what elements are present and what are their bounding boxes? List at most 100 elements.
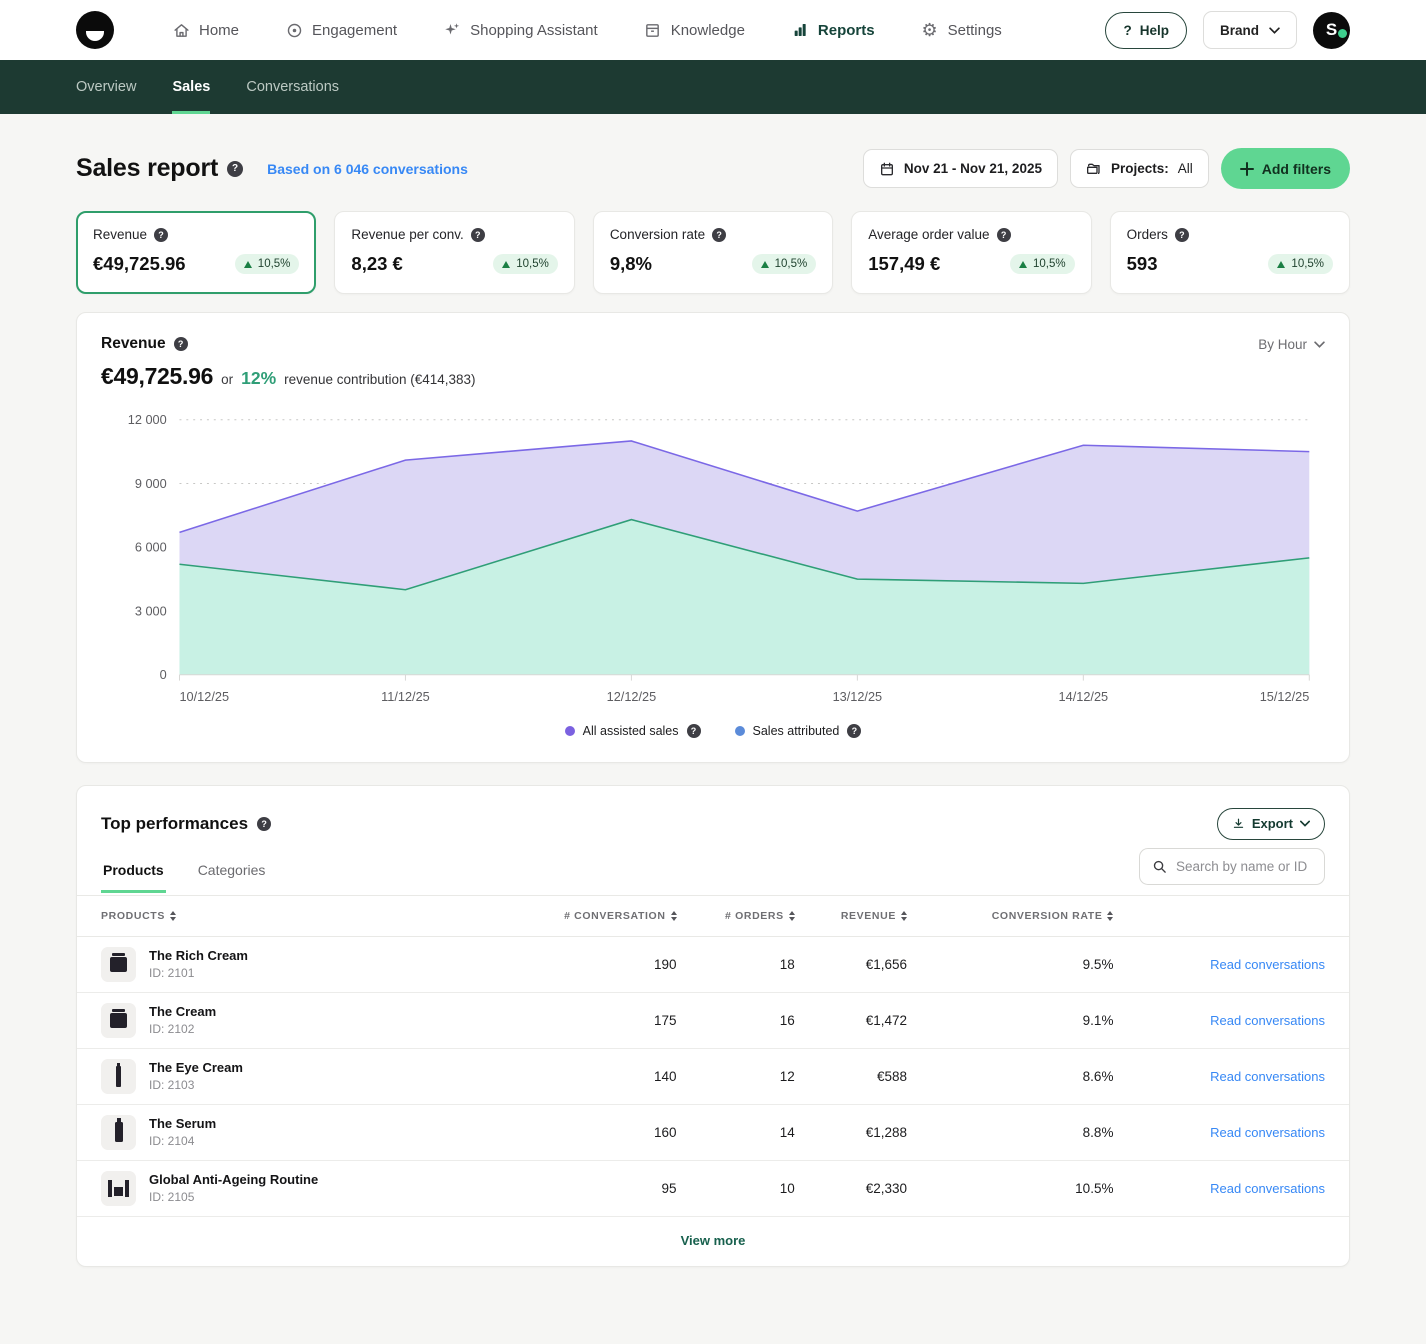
nav-item-engagement[interactable]: Engagement xyxy=(285,21,397,39)
nav-label: Reports xyxy=(818,22,875,39)
cell-conversations: 190 xyxy=(486,936,677,992)
cell-conversion-rate: 8.6% xyxy=(907,1048,1113,1104)
projects-filter[interactable]: Projects: All xyxy=(1070,149,1209,188)
tab-overview[interactable]: Overview xyxy=(76,60,136,114)
legend-dot xyxy=(735,726,745,736)
kpi-card-conversion-rate[interactable]: Conversion rate ? 9,8% 10,5% xyxy=(593,211,833,294)
read-conversations-link[interactable]: Read conversations xyxy=(1210,957,1325,972)
read-conversations-link[interactable]: Read conversations xyxy=(1210,1181,1325,1196)
product-thumbnail-bottle xyxy=(101,1115,136,1150)
svg-text:12/12/25: 12/12/25 xyxy=(607,689,657,704)
folder-icon xyxy=(1086,161,1102,177)
svg-text:14/12/25: 14/12/25 xyxy=(1059,689,1109,704)
cell-conversations: 95 xyxy=(486,1160,677,1216)
column-header-actions xyxy=(1113,895,1349,936)
view-more-link[interactable]: View more xyxy=(681,1233,746,1248)
based-on-conversations-link[interactable]: Based on 6 046 conversations xyxy=(267,161,468,177)
tab-categories[interactable]: Categories xyxy=(196,852,268,893)
read-conversations-link[interactable]: Read conversations xyxy=(1210,1013,1325,1028)
kpi-card-revenue[interactable]: Revenue ? €49,725.96 10,5% xyxy=(76,211,316,294)
add-filters-button[interactable]: Add filters xyxy=(1221,148,1350,189)
help-tooltip-icon[interactable]: ? xyxy=(712,228,726,242)
add-filters-label: Add filters xyxy=(1262,161,1331,177)
nav-item-home[interactable]: Home xyxy=(172,21,239,39)
app-logo[interactable] xyxy=(76,11,114,49)
top-performances-table: Products # Conversation # Orders Revenue… xyxy=(77,895,1349,1217)
help-tooltip-icon[interactable]: ? xyxy=(847,724,861,738)
column-header-revenue: Revenue xyxy=(795,895,907,936)
help-label: Help xyxy=(1140,23,1169,38)
nav-item-shopping-assistant[interactable]: Shopping Assistant xyxy=(443,21,598,39)
page-title: Sales report xyxy=(76,154,218,183)
kpi-label: Orders xyxy=(1127,227,1168,242)
tab-products[interactable]: Products xyxy=(101,852,166,893)
triangle-up-icon xyxy=(502,261,510,268)
bar-chart-icon xyxy=(791,21,809,39)
plus-icon xyxy=(1240,162,1254,176)
svg-text:12 000: 12 000 xyxy=(128,412,167,427)
reports-subnav: Overview Sales Conversations xyxy=(0,60,1426,114)
help-tooltip-icon[interactable]: ? xyxy=(154,228,168,242)
legend-dot xyxy=(565,726,575,736)
search-input[interactable] xyxy=(1176,859,1312,874)
main-content: Sales report ? Based on 6 046 conversati… xyxy=(0,148,1426,1317)
product-id: ID: 2101 xyxy=(149,966,248,980)
header-actions: Nov 21 - Nov 21, 2025 Projects: All Add … xyxy=(863,148,1350,189)
svg-text:0: 0 xyxy=(160,667,167,682)
tab-sales[interactable]: Sales xyxy=(172,60,210,114)
user-avatar[interactable]: S xyxy=(1313,12,1350,49)
brand-label: Brand xyxy=(1220,23,1259,38)
cell-conversations: 160 xyxy=(486,1104,677,1160)
help-tooltip-icon[interactable]: ? xyxy=(471,228,485,242)
nav-item-knowledge[interactable]: Knowledge xyxy=(644,21,745,39)
svg-text:11/12/25: 11/12/25 xyxy=(381,689,430,704)
top-performances-title: Top performances xyxy=(101,814,248,834)
sort-icon xyxy=(1107,911,1113,921)
read-conversations-link[interactable]: Read conversations xyxy=(1210,1069,1325,1084)
kpi-delta-badge: 10,5% xyxy=(493,254,558,274)
help-tooltip-icon[interactable]: ? xyxy=(1175,228,1189,242)
product-id: ID: 2105 xyxy=(149,1190,318,1204)
chart-total-value: €49,725.96 xyxy=(101,363,213,390)
view-more-row: View more xyxy=(77,1217,1349,1266)
kpi-card-average-order-value[interactable]: Average order value ? 157,49 € 10,5% xyxy=(851,211,1091,294)
topnav-right-cluster: ? Help Brand S xyxy=(1105,11,1350,49)
question-icon: ? xyxy=(1123,23,1131,38)
kpi-value: 157,49 € xyxy=(868,253,940,275)
granularity-dropdown[interactable]: By Hour xyxy=(1258,337,1325,352)
date-range-value: Nov 21 - Nov 21, 2025 xyxy=(904,161,1042,176)
revenue-chart-svg: 10/12/2511/12/2512/12/2513/12/2514/12/25… xyxy=(101,406,1325,718)
kpi-value: 8,23 € xyxy=(351,253,402,275)
product-name: The Rich Cream xyxy=(149,948,248,963)
top-performances-tabs: Products Categories xyxy=(101,852,267,893)
top-navigation: Home Engagement Shopping Assistant Knowl… xyxy=(0,0,1426,60)
download-icon xyxy=(1232,817,1245,830)
product-name: Global Anti-Ageing Routine xyxy=(149,1172,318,1187)
export-button[interactable]: Export xyxy=(1217,808,1325,840)
date-range-picker[interactable]: Nov 21 - Nov 21, 2025 xyxy=(863,149,1058,188)
kpi-card-orders[interactable]: Orders ? 593 10,5% xyxy=(1110,211,1350,294)
help-button[interactable]: ? Help xyxy=(1105,12,1187,49)
help-tooltip-icon[interactable]: ? xyxy=(257,817,271,831)
cell-orders: 12 xyxy=(677,1048,795,1104)
chevron-down-icon xyxy=(1314,341,1325,348)
product-id: ID: 2102 xyxy=(149,1022,216,1036)
help-tooltip-icon[interactable]: ? xyxy=(997,228,1011,242)
help-tooltip-icon[interactable]: ? xyxy=(227,161,243,177)
sort-icon xyxy=(170,911,176,921)
product-name: The Cream xyxy=(149,1004,216,1019)
nav-item-settings[interactable]: ⚙ Settings xyxy=(921,21,1002,39)
read-conversations-link[interactable]: Read conversations xyxy=(1210,1125,1325,1140)
kpi-label: Revenue xyxy=(93,227,147,242)
brand-dropdown[interactable]: Brand xyxy=(1203,11,1297,49)
tab-conversations[interactable]: Conversations xyxy=(246,60,339,114)
cell-revenue: €2,330 xyxy=(795,1160,907,1216)
bottom-spacer xyxy=(76,1267,1350,1317)
help-tooltip-icon[interactable]: ? xyxy=(174,337,188,351)
nav-item-reports[interactable]: Reports xyxy=(791,21,875,39)
product-thumbnail-set xyxy=(101,1171,136,1206)
search-box xyxy=(1139,848,1325,885)
legend-item-all-assisted-sales: All assisted sales ? xyxy=(565,724,701,738)
kpi-card-revenue-per-conv[interactable]: Revenue per conv. ? 8,23 € 10,5% xyxy=(334,211,574,294)
help-tooltip-icon[interactable]: ? xyxy=(687,724,701,738)
